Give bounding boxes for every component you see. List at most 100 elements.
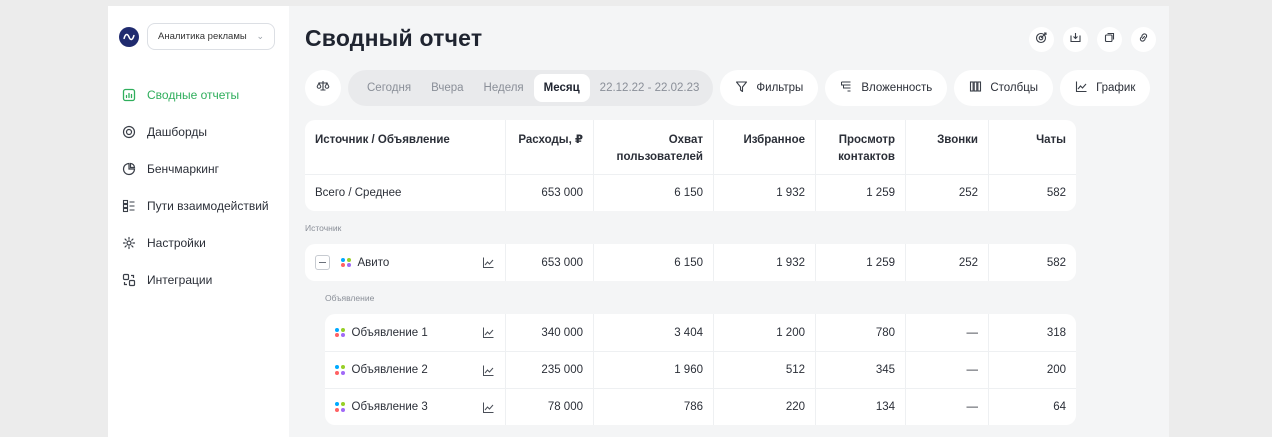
avito-logo-icon [335, 402, 345, 412]
ad-contact-views: 345 [815, 352, 905, 388]
filters-button[interactable]: Фильтры [720, 70, 819, 106]
total-label: Всего / Среднее [315, 187, 402, 199]
link-icon [1137, 31, 1150, 49]
page-title: Сводный отчет [305, 25, 483, 51]
line-chart-icon[interactable] [481, 326, 495, 340]
period-week[interactable]: Неделя [474, 74, 534, 102]
app-selector[interactable]: Аналитика рекламы ⌄ [147, 23, 275, 50]
header-source[interactable]: Источник / Объявление [305, 120, 505, 174]
ad-favorites: 1 200 [713, 314, 815, 351]
ad-reach: 3 404 [593, 314, 713, 351]
sidebar-item-reports[interactable]: Сводные отчеты [108, 76, 289, 113]
columns-button[interactable]: Столбцы [954, 70, 1054, 106]
total-reach: 6 150 [593, 175, 713, 211]
report-icon [122, 88, 136, 102]
ad-reach: 1 960 [593, 352, 713, 388]
ad-calls: — [905, 352, 988, 388]
period-month[interactable]: Месяц [533, 74, 590, 102]
line-chart-icon[interactable] [481, 256, 495, 270]
compare-button[interactable] [305, 70, 341, 106]
source-name-cell: Авито [305, 244, 505, 281]
period-yesterday[interactable]: Вчера [421, 74, 473, 102]
app-selector-value: Аналитика рекламы [158, 31, 247, 42]
ad-spend: 340 000 [505, 314, 593, 351]
sidebar-item-label: Сводные отчеты [147, 87, 240, 102]
header-contact-views[interactable]: Просмотр контактов [815, 120, 905, 174]
line-chart-icon[interactable] [481, 363, 495, 377]
sidebar-item-label: Настройки [147, 235, 206, 250]
top-actions [1029, 27, 1156, 52]
ad-contact-views: 134 [815, 389, 905, 425]
line-chart-icon[interactable] [481, 400, 495, 414]
sidebar-item-label: Пути взаимодействий [147, 198, 269, 213]
target-button[interactable] [1029, 27, 1054, 52]
ad-name: Объявление 1 [351, 326, 428, 339]
ad-name: Объявление 3 [351, 401, 428, 413]
sidebar-item-integrations[interactable]: Интеграции [108, 261, 289, 298]
ads-section-label: Объявление [325, 293, 375, 303]
header-favorites[interactable]: Избранное [713, 120, 815, 174]
gear-icon [122, 236, 136, 250]
source-spend: 653 000 [505, 244, 593, 281]
sidebar-item-label: Интеграции [147, 272, 213, 287]
avito-logo-icon [335, 327, 345, 338]
total-contact-views: 1 259 [815, 175, 905, 211]
main-content: Сводный отчет Сегодня Вчера Неделя Месяц… [289, 6, 1169, 437]
chart-button[interactable]: График [1060, 70, 1151, 106]
period-today[interactable]: Сегодня [357, 74, 421, 102]
source-chats: 582 [988, 244, 1076, 281]
sidebar-nav: Сводные отчеты Дашборды Бенчмаркинг Пути… [108, 76, 289, 298]
pie-chart-icon [122, 162, 136, 176]
total-spend: 653 000 [505, 175, 593, 211]
download-icon [1069, 31, 1082, 49]
ad-name-cell: Объявление 3 [325, 389, 505, 425]
sidebar-item-dashboards[interactable]: Дашборды [108, 113, 289, 150]
nesting-button[interactable]: Вложенность [825, 70, 948, 106]
report-toolbar: Сегодня Вчера Неделя Месяц 22.12.22 - 22… [305, 70, 1151, 106]
collapse-button[interactable] [315, 255, 330, 270]
header-chats[interactable]: Чаты [988, 120, 1076, 174]
header-spend[interactable]: Расходы, ₽ [505, 120, 593, 174]
download-button[interactable] [1063, 27, 1088, 52]
ad-calls: — [905, 314, 988, 351]
date-range[interactable]: 22.12.22 - 22.02.23 [590, 74, 708, 102]
sidebar: Аналитика рекламы ⌄ Сводные отчеты Дашбо… [108, 6, 289, 437]
source-row: Авито 653 000 6 150 1 932 1 259 252 582 [305, 244, 1076, 281]
ad-reach: 786 [593, 389, 713, 425]
sidebar-item-paths[interactable]: Пути взаимодействий [108, 187, 289, 224]
ad-favorites: 512 [713, 352, 815, 388]
line-chart-icon [1075, 80, 1096, 96]
ad-name: Объявление 2 [351, 364, 428, 376]
sidebar-item-benchmarking[interactable]: Бенчмаркинг [108, 150, 289, 187]
source-favorites: 1 932 [713, 244, 815, 281]
header-reach[interactable]: Охват пользователей [593, 120, 713, 174]
source-section-label: Источник [305, 223, 342, 233]
columns-label: Столбцы [990, 82, 1039, 94]
source-contact-views: 1 259 [815, 244, 905, 281]
copy-button[interactable] [1097, 27, 1122, 52]
total-row: Всего / Среднее 653 000 6 150 1 932 1 25… [305, 174, 1076, 211]
integrations-icon [122, 273, 136, 287]
filter-icon [735, 80, 756, 96]
chart-label: График [1096, 82, 1136, 94]
header-calls[interactable]: Звонки [905, 120, 988, 174]
sidebar-item-label: Бенчмаркинг [147, 161, 219, 176]
logo-icon [119, 27, 139, 47]
ad-contact-views: 780 [815, 314, 905, 351]
source-reach: 6 150 [593, 244, 713, 281]
ad-chats: 64 [988, 389, 1076, 425]
avito-logo-icon [341, 257, 351, 268]
columns-icon [969, 80, 990, 96]
ad-favorites: 220 [713, 389, 815, 425]
total-calls: 252 [905, 175, 988, 211]
chevron-down-icon: ⌄ [256, 31, 264, 41]
ad-name-cell: Объявление 1 [325, 314, 505, 351]
total-favorites: 1 932 [713, 175, 815, 211]
sidebar-item-label: Дашборды [147, 124, 207, 139]
nesting-label: Вложенность [861, 82, 933, 94]
ad-spend: 78 000 [505, 389, 593, 425]
link-button[interactable] [1131, 27, 1156, 52]
period-selector: Сегодня Вчера Неделя Месяц 22.12.22 - 22… [348, 70, 714, 106]
sidebar-item-settings[interactable]: Настройки [108, 224, 289, 261]
total-chats: 582 [988, 175, 1076, 211]
